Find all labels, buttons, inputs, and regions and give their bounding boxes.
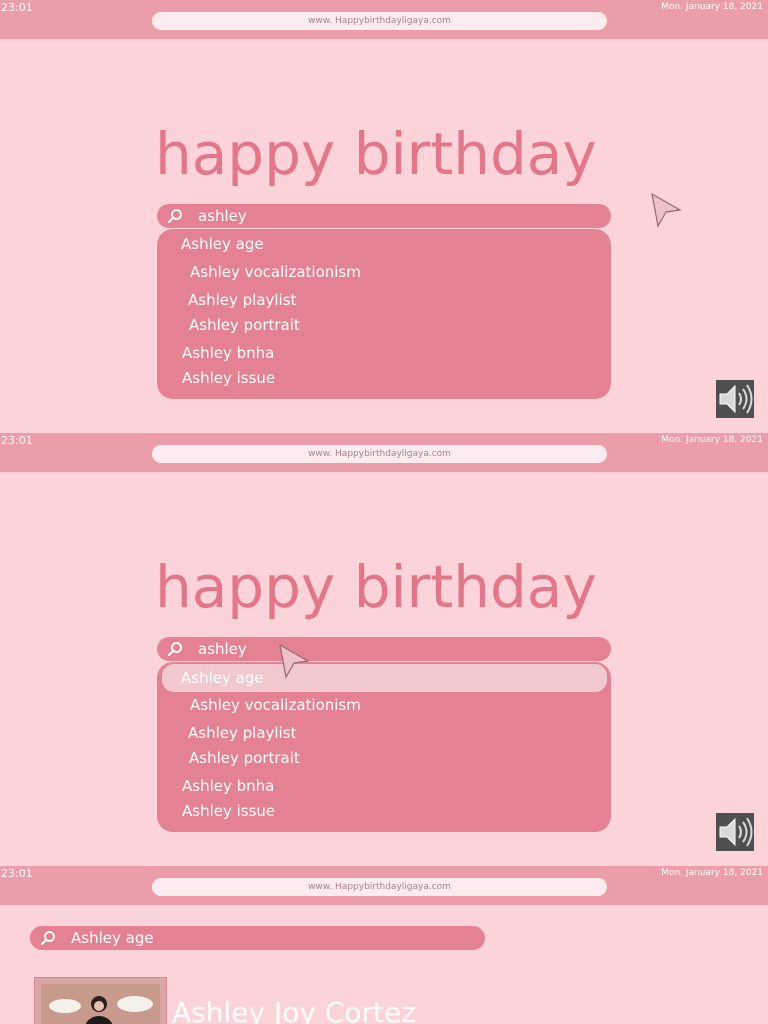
suggestion-item[interactable]: Ashley age <box>181 235 264 253</box>
frame-search-suggestions: 23:01 www. Happybirthdayligaya.com Mon. … <box>0 0 768 433</box>
suggestion-item[interactable]: Ashley vocalizationism <box>190 696 361 714</box>
suggestion-item[interactable]: Ashley bnha <box>182 344 274 362</box>
suggestion-list: Ashley age Ashley vocalizationism Ashley… <box>157 229 611 399</box>
speaker-icon <box>719 817 753 847</box>
top-bar: 23:01 www. Happybirthdayligaya.com Mon. … <box>0 0 768 39</box>
result-name[interactable]: Ashley Joy Cortez <box>172 996 416 1024</box>
suggestion-item[interactable]: Ashley vocalizationism <box>190 263 361 281</box>
address-bar[interactable]: www. Happybirthdayligaya.com <box>152 445 607 463</box>
cursor-icon <box>651 192 682 228</box>
speaker-button[interactable] <box>716 380 754 418</box>
search-bar[interactable]: ashley <box>157 204 611 228</box>
suggestion-list: Ashley age Ashley vocalizationism Ashley… <box>157 662 611 832</box>
clock: 23:01 <box>1 1 33 14</box>
date: Mon. January 18, 2021 <box>661 2 763 12</box>
search-bar[interactable]: ashley <box>157 637 611 661</box>
speaker-icon <box>719 384 753 414</box>
magnifier-icon <box>168 642 182 656</box>
suggestion-item-highlighted[interactable]: Ashley age <box>162 664 607 692</box>
address-bar[interactable]: www. Happybirthdayligaya.com <box>152 878 607 896</box>
date: Mon. January 18, 2021 <box>661 435 763 445</box>
search-query[interactable]: ashley <box>198 207 247 225</box>
suggestion-item[interactable]: Ashley playlist <box>188 724 296 742</box>
speaker-button[interactable] <box>716 813 754 851</box>
top-bar: 23:01 www. Happybirthdayligaya.com Mon. … <box>0 433 768 472</box>
page-title: happy birthday <box>155 553 597 621</box>
profile-photo-image <box>35 978 166 1024</box>
suggestion-item[interactable]: Ashley issue <box>182 369 275 387</box>
clock: 23:01 <box>1 434 33 447</box>
suggestion-item[interactable]: Ashley issue <box>182 802 275 820</box>
search-bar[interactable]: Ashley age <box>30 926 485 950</box>
search-query[interactable]: ashley <box>198 640 247 658</box>
search-query[interactable]: Ashley age <box>71 929 154 947</box>
address-bar[interactable]: www. Happybirthdayligaya.com <box>152 12 607 30</box>
frame-results: 23:01 www. Happybirthdayligaya.com Mon. … <box>0 866 768 1024</box>
suggestion-item[interactable]: Ashley portrait <box>189 316 300 334</box>
suggestion-label: Ashley age <box>181 669 264 687</box>
magnifier-icon <box>168 209 182 223</box>
page-title: happy birthday <box>155 120 597 188</box>
top-bar: 23:01 www. Happybirthdayligaya.com Mon. … <box>0 866 768 905</box>
suggestion-item[interactable]: Ashley bnha <box>182 777 274 795</box>
date: Mon. January 18, 2021 <box>661 868 763 878</box>
suggestion-item[interactable]: Ashley playlist <box>188 291 296 309</box>
profile-photo[interactable] <box>34 977 167 1024</box>
magnifier-icon <box>41 931 55 945</box>
clock: 23:01 <box>1 867 33 880</box>
suggestion-item[interactable]: Ashley portrait <box>189 749 300 767</box>
frame-hover-suggestion: 23:01 www. Happybirthdayligaya.com Mon. … <box>0 433 768 866</box>
cursor-icon <box>279 643 310 679</box>
